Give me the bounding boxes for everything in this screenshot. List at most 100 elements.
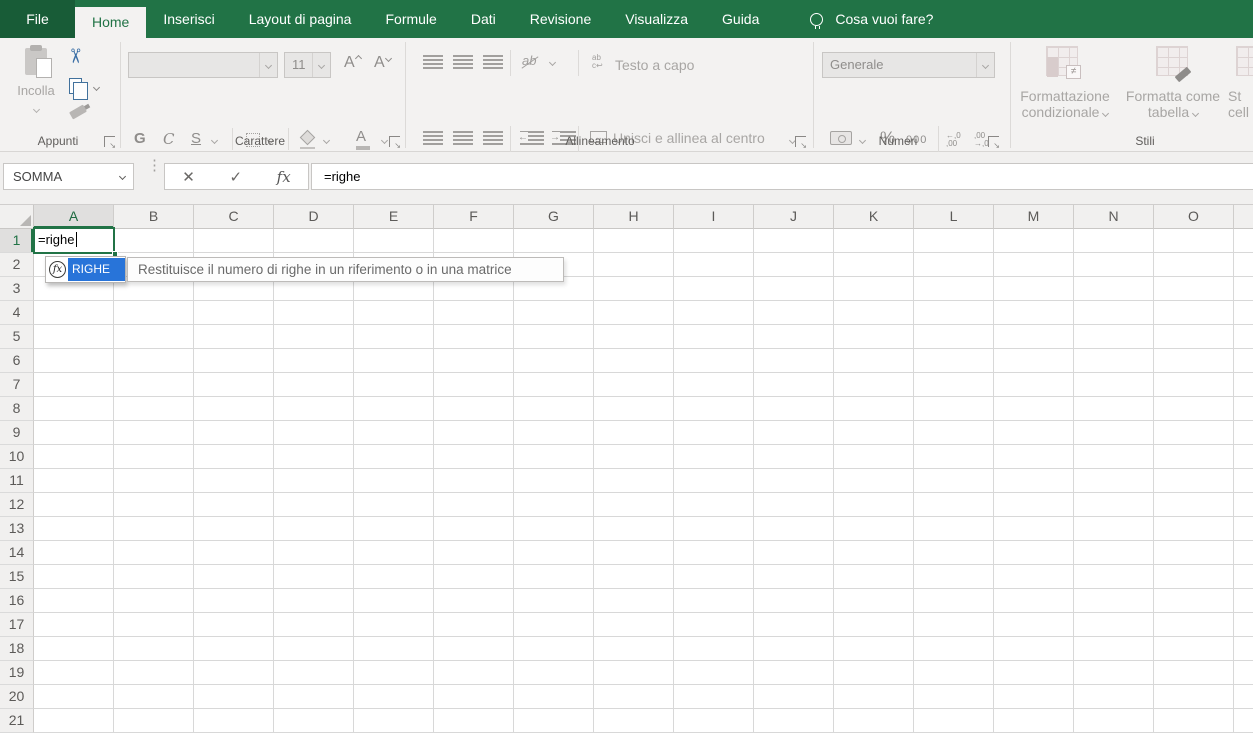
align-center-button[interactable]: [453, 131, 473, 145]
row-header-18[interactable]: 18: [0, 637, 34, 661]
name-box[interactable]: SOMMA: [3, 163, 134, 190]
font-color-chevron-icon[interactable]: [381, 137, 388, 144]
paste-button[interactable]: Incolla: [8, 44, 64, 136]
formula-input[interactable]: =righe: [311, 163, 1253, 190]
number-format-combo[interactable]: Generale: [822, 52, 995, 78]
copy-button[interactable]: [69, 78, 82, 94]
row-header-14[interactable]: 14: [0, 541, 34, 565]
underline-button[interactable]: S: [191, 130, 201, 147]
menu-tabs: HomeInserisciLayout di paginaFormuleDati…: [75, 0, 776, 38]
column-header-e[interactable]: E: [354, 205, 434, 229]
cell-styles-button[interactable]: St cell: [1228, 88, 1253, 120]
bold-button[interactable]: G: [134, 130, 146, 147]
column-header-partial[interactable]: [1234, 205, 1253, 229]
column-header-b[interactable]: B: [114, 205, 194, 229]
appunti-dialog-launcher[interactable]: [104, 136, 115, 147]
carattere-dialog-launcher[interactable]: [389, 136, 400, 147]
tab-revisione[interactable]: Revisione: [513, 0, 608, 38]
row-header-13[interactable]: 13: [0, 517, 34, 541]
row-header-11[interactable]: 11: [0, 469, 34, 493]
tab-layout-di-pagina[interactable]: Layout di pagina: [232, 0, 369, 38]
column-header-o[interactable]: O: [1154, 205, 1234, 229]
insert-function-icon[interactable]: fx: [277, 168, 291, 186]
format-as-table-button[interactable]: Formatta come tabella: [1120, 88, 1226, 120]
font-color-button[interactable]: A: [356, 128, 370, 150]
column-header-f[interactable]: F: [434, 205, 514, 229]
font-size-combo[interactable]: 11: [284, 52, 331, 78]
tab-home[interactable]: Home: [75, 7, 146, 38]
row-header-10[interactable]: 10: [0, 445, 34, 469]
cut-button[interactable]: ✂: [64, 48, 84, 65]
row-header-1[interactable]: 1: [0, 229, 34, 253]
row-header-6[interactable]: 6: [0, 349, 34, 373]
orientation-chevron-icon[interactable]: [549, 59, 556, 66]
row-header-19[interactable]: 19: [0, 661, 34, 685]
tab-guida[interactable]: Guida: [705, 0, 776, 38]
row-header-21[interactable]: 21: [0, 709, 34, 733]
accounting-format-button[interactable]: [830, 131, 852, 145]
decrease-decimal-button[interactable]: ,00→,0: [974, 132, 989, 148]
column-header-j[interactable]: J: [754, 205, 834, 229]
accounting-chevron-icon[interactable]: [859, 137, 866, 144]
column-header-l[interactable]: L: [914, 205, 994, 229]
font-size-dropdown-icon[interactable]: [312, 53, 330, 77]
active-cell-a1[interactable]: =righe: [33, 227, 115, 254]
tab-file[interactable]: File: [0, 0, 75, 38]
row-header-20[interactable]: 20: [0, 685, 34, 709]
autocomplete-item-righe[interactable]: RIGHE: [68, 258, 125, 281]
wrap-text-button[interactable]: Testo a capo: [615, 57, 694, 73]
grid-cells[interactable]: [34, 229, 1253, 733]
row-header-12[interactable]: 12: [0, 493, 34, 517]
row-header-5[interactable]: 5: [0, 325, 34, 349]
tab-inserisci[interactable]: Inserisci: [146, 0, 231, 38]
column-header-c[interactable]: C: [194, 205, 274, 229]
tab-formule[interactable]: Formule: [368, 0, 453, 38]
copy-chevron-icon[interactable]: [93, 84, 100, 91]
grow-font-button[interactable]: A: [344, 54, 361, 72]
align-bottom-button[interactable]: [483, 55, 503, 69]
row-header-7[interactable]: 7: [0, 373, 34, 397]
align-middle-button[interactable]: [453, 55, 473, 69]
align-top-button[interactable]: [423, 55, 443, 69]
row-header-4[interactable]: 4: [0, 301, 34, 325]
number-format-dropdown-icon[interactable]: [976, 53, 994, 77]
formula-bar-grip[interactable]: ⋮: [147, 160, 162, 172]
orientation-button[interactable]: ab: [522, 53, 536, 68]
row-header-17[interactable]: 17: [0, 613, 34, 637]
cancel-icon[interactable]: ✕: [182, 168, 195, 186]
allineamento-dialog-launcher[interactable]: [795, 136, 806, 147]
fill-chevron-icon[interactable]: [323, 137, 330, 144]
column-header-g[interactable]: G: [514, 205, 594, 229]
column-header-a[interactable]: A: [34, 205, 114, 229]
row-header-16[interactable]: 16: [0, 589, 34, 613]
format-painter-button[interactable]: [69, 105, 87, 120]
column-header-m[interactable]: M: [994, 205, 1074, 229]
font-name-dropdown-icon[interactable]: [259, 53, 277, 77]
conditional-formatting-button[interactable]: Formattazione condizionale: [1010, 88, 1120, 120]
tell-me-search[interactable]: Cosa vuoi fare?: [810, 0, 933, 38]
column-header-i[interactable]: I: [674, 205, 754, 229]
column-header-n[interactable]: N: [1074, 205, 1154, 229]
align-right-button[interactable]: [483, 131, 503, 145]
shrink-font-button[interactable]: A: [374, 54, 391, 72]
column-header-d[interactable]: D: [274, 205, 354, 229]
name-box-dropdown-icon[interactable]: [111, 168, 133, 186]
row-header-8[interactable]: 8: [0, 397, 34, 421]
row-header-2[interactable]: 2: [0, 253, 34, 277]
tab-visualizza[interactable]: Visualizza: [608, 0, 705, 38]
row-header-3[interactable]: 3: [0, 277, 34, 301]
numeri-dialog-launcher[interactable]: [988, 136, 999, 147]
increase-decimal-button[interactable]: ←,0,00: [946, 132, 961, 148]
row-header-9[interactable]: 9: [0, 421, 34, 445]
enter-icon[interactable]: ✓: [229, 168, 242, 186]
group-label-appunti: Appunti: [28, 134, 88, 148]
select-all-corner[interactable]: [0, 205, 34, 229]
tab-dati[interactable]: Dati: [454, 0, 513, 38]
align-left-button[interactable]: [423, 131, 443, 145]
italic-button[interactable]: C: [163, 130, 174, 148]
decrease-indent-button[interactable]: [520, 131, 544, 145]
font-name-combo[interactable]: [128, 52, 278, 78]
column-header-h[interactable]: H: [594, 205, 674, 229]
column-header-k[interactable]: K: [834, 205, 914, 229]
row-header-15[interactable]: 15: [0, 565, 34, 589]
